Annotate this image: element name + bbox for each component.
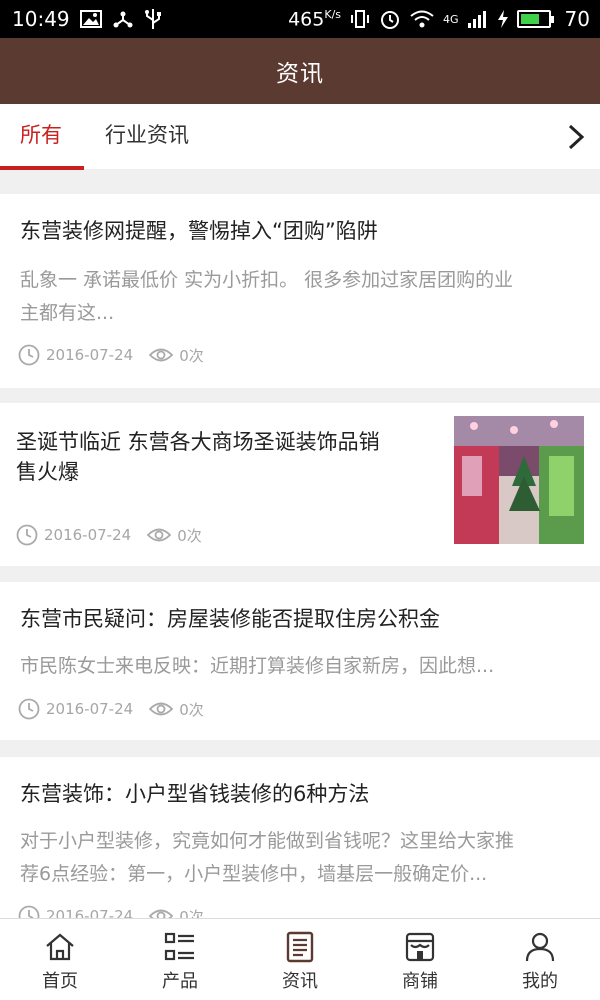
eye-icon [149,909,174,918]
list-icon [164,932,194,961]
chevron-right-icon[interactable] [560,122,590,152]
nav-store[interactable]: 商铺 [360,919,480,1000]
charging-icon [497,10,508,28]
status-time: 10:49 [12,7,70,31]
bottom-navigation: 首页 产品 资讯 商铺 我的 [0,918,600,1000]
article-meta: 2016-07-24 0次 [18,905,204,918]
article-summary: 乱象一 承诺最低价 实为小折扣。 很多参加过家居团购的业 主都有这... [20,269,514,324]
clock-icon [18,698,40,720]
nav-home[interactable]: 首页 [0,919,120,1000]
article-card[interactable]: 东营装饰：小户型省钱装修的6种方法 对于小户型装修，究竟如何才能做到省钱呢？这里… [0,757,600,918]
article-summary: 市民陈女士来电反映：近期打算装修自家新房，因此想... [20,655,495,677]
article-meta: 2016-07-24 0次 [18,344,204,366]
page-title: 资讯 [276,61,324,87]
article-card[interactable]: 东营装修网提醒，警惕掉入“团购”陷阱 乱象一 承诺最低价 实为小折扣。 很多参加… [0,194,600,388]
article-meta: 2016-07-24 0次 [16,524,202,546]
vibrate-icon [351,10,370,28]
separator [0,740,600,757]
article-date: 2016-07-24 [46,346,134,364]
clock-icon [18,344,40,366]
tab-industry-news[interactable]: 行业资讯 [105,104,189,170]
eye-icon [147,528,172,542]
article-date: 2016-07-24 [46,907,134,918]
nav-store-label: 商铺 [402,971,438,992]
wifi-icon [410,10,434,28]
article-card[interactable]: 东营市民疑问：房屋装修能否提取住房公积金 市民陈女士来电反映：近期打算装修自家新… [0,582,600,740]
article-date: 2016-07-24 [46,700,134,718]
article-card[interactable]: 圣诞节临近 东营各大商场圣诞装饰品销 售火爆 2016-07-24 0次 [0,403,600,566]
article-date: 2016-07-24 [44,526,132,544]
header-bar: 资讯 [0,38,600,104]
article-views: 0次 [179,700,204,719]
article-title: 圣诞节临近 东营各大商场圣诞装饰品销 售火爆 [16,430,380,484]
nav-home-label: 首页 [42,971,78,992]
article-views: 0次 [177,526,202,545]
news-icon [286,931,314,963]
image-icon [79,10,102,28]
nav-products-label: 产品 [162,971,198,992]
usb-icon [144,9,161,29]
article-title: 东营装修网提醒，警惕掉入“团购”陷阱 [20,219,378,243]
article-views: 0次 [179,907,204,919]
battery-percent: 70 [564,7,590,31]
app-screen: 10:49 465K/s 4G 70 资讯 所有 行业资讯 东营装修网提醒，警惕… [0,0,600,1000]
network-type: 4G [443,12,459,26]
article-meta: 2016-07-24 0次 [18,698,204,720]
user-icon [525,932,555,962]
separator [0,170,600,194]
nav-profile[interactable]: 我的 [480,919,600,1000]
clock-icon [16,524,38,546]
separator [0,388,600,403]
store-icon [405,932,435,962]
battery-icon [516,10,554,28]
eye-icon [149,348,174,362]
article-thumbnail [454,416,584,544]
article-summary: 对于小户型装修，究竟如何才能做到省钱呢？这里给大家推 荐6点经验：第一，小户型装… [20,830,515,885]
eye-icon [149,702,174,716]
article-title: 东营市民疑问：房屋装修能否提取住房公积金 [20,607,440,631]
nav-products[interactable]: 产品 [120,919,240,1000]
clock-icon [18,905,40,918]
share-icon [113,11,133,28]
status-bar: 10:49 465K/s 4G 70 [0,0,600,38]
tab-all[interactable]: 所有 [20,104,62,170]
separator [0,566,600,582]
category-tabs: 所有 行业资讯 [0,104,600,170]
alarm-icon [381,11,400,29]
network-speed: 465K/s [288,7,342,31]
signal-icon [467,11,486,28]
article-views: 0次 [179,346,204,365]
article-title: 东营装饰：小户型省钱装修的6种方法 [20,782,370,806]
nav-news-label: 资讯 [282,971,318,992]
nav-news[interactable]: 资讯 [240,919,360,1000]
home-icon [46,933,74,961]
nav-profile-label: 我的 [522,971,558,992]
